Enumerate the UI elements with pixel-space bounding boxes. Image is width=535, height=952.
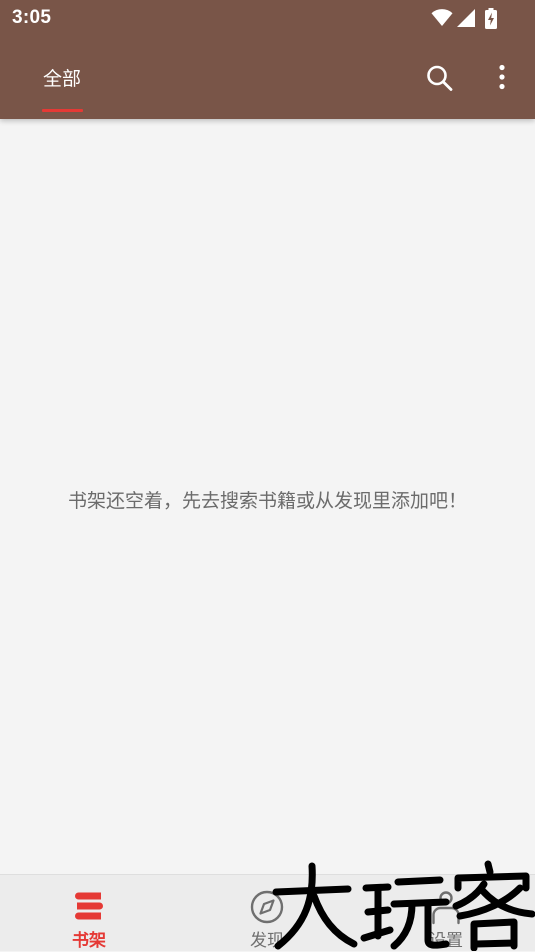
- wifi-icon: [431, 9, 453, 27]
- status-bar: 3:05: [0, 0, 535, 38]
- search-button[interactable]: [418, 56, 462, 100]
- nav-item-settings[interactable]: 设置: [357, 875, 535, 952]
- nav-label-bookshelf: 书架: [72, 931, 106, 951]
- nav-label-discover: 发现: [250, 931, 284, 951]
- empty-bookshelf-message: 书架还空着，先去搜索书籍或从发现里添加吧！: [67, 490, 467, 512]
- tab-all[interactable]: 全部: [28, 58, 96, 119]
- more-options-button[interactable]: [482, 56, 522, 100]
- status-icons: [431, 7, 497, 29]
- search-icon: [427, 65, 453, 91]
- nav-item-bookshelf[interactable]: 书架: [0, 875, 178, 952]
- bottom-navigation: 书架 发现 设置: [0, 874, 535, 951]
- more-vert-icon: [499, 64, 505, 90]
- nav-label-settings: 设置: [429, 931, 463, 951]
- status-time: 3:05: [12, 7, 52, 28]
- battery-charging-icon: [485, 7, 497, 29]
- app-bar: 3:05 全部: [0, 0, 535, 119]
- tab-all-label: 全部: [42, 68, 81, 90]
- nav-item-discover[interactable]: 发现: [178, 875, 356, 952]
- bookshelf-content: 书架还空着，先去搜索书籍或从发现里添加吧！: [0, 119, 535, 874]
- bookshelf-icon: [75, 892, 103, 920]
- tab-indicator: [42, 109, 83, 112]
- person-icon: [432, 891, 460, 925]
- cell-signal-icon: [456, 8, 476, 28]
- compass-icon: [250, 890, 284, 924]
